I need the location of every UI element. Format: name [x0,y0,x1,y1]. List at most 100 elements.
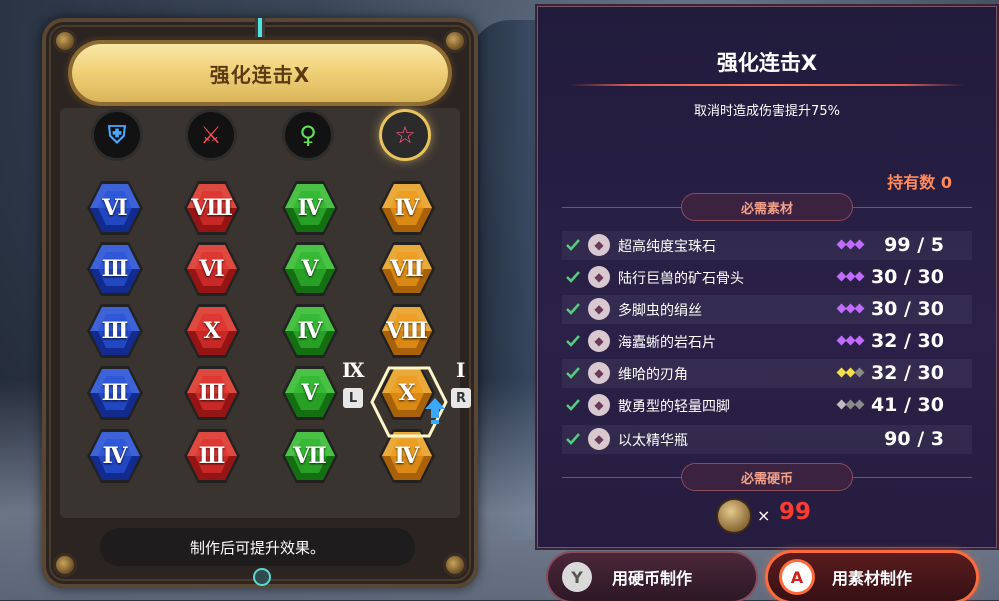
gem-level-numeral: Ⅶ [390,256,424,282]
gem-slot[interactable]: Ⅲ [183,427,241,485]
gem-level-numeral: Ⅹ [203,318,221,344]
owned-value: 0 [940,173,952,192]
gem-slot[interactable]: Ⅴ [281,240,339,298]
bone-icon: ◆ [588,266,610,288]
star-icon: ☆ [394,121,416,149]
craft-with-coins-label: 用硬币制作 [612,569,693,588]
gem-level-numeral: Ⅴ [301,380,319,406]
gem-slot[interactable]: Ⅶ [281,427,339,485]
material-name: 多脚虫的绢丝 [618,303,702,319]
corner-bolt [446,556,464,574]
gem-title-banner: 强化连击X [72,44,448,102]
gem-slot[interactable]: Ⅵ [86,179,144,237]
craft-with-materials-button[interactable]: A 用素材制作 [768,553,976,601]
title-divider [570,84,964,86]
gem-level-numeral: Ⅲ [198,380,226,406]
sword-icon: ⚔ [200,121,222,149]
gem-slot[interactable]: Ⅲ [183,364,241,422]
material-count: 41 / 30 [870,394,944,416]
material-row: ◆ 维哈的刃角 32 / 30 [562,359,972,388]
material-count: 99 / 5 [884,234,944,256]
rarity-indicator [836,399,865,410]
check-icon [566,399,580,411]
gem-level-numeral: Ⅷ [386,318,428,344]
owned-label: 持有数 [887,173,936,192]
materials-header: 必需素材 [682,194,852,220]
category-star-tab[interactable]: ☆ [382,112,428,158]
material-name: 散勇型的轻量四脚 [618,399,730,415]
owned-count: 持有数 0 [887,169,952,193]
gem-slot[interactable]: Ⅲ [86,364,144,422]
material-row: ◆ 海蠹蜥的岩石片 32 / 30 [562,327,972,356]
check-icon [566,433,580,445]
gem-level-numeral: Ⅲ [101,318,129,344]
previous-level-numeral: Ⅸ [342,358,365,382]
gem-slot[interactable]: Ⅶ [378,240,436,298]
coin-cost: 99 [779,499,812,525]
category-sword-tab[interactable]: ⚔ [188,112,234,158]
gem-level-numeral: Ⅵ [102,195,128,221]
a-button-icon: A [782,562,812,592]
rarity-indicator [836,239,865,250]
potion-icon: ◆ [588,428,610,450]
material-row: ◆ 超高纯度宝珠石 99 / 5 [562,231,972,260]
panel-top-connector [255,18,265,42]
gem-title: 强化连击X [209,62,311,87]
panel-bottom-connector [255,570,269,584]
gem-slot[interactable]: Ⅴ [281,364,339,422]
material-row: ◆ 陆行巨兽的矿石骨头 30 / 30 [562,263,972,292]
material-row: ◆ 多脚虫的绢丝 30 / 30 [562,295,972,324]
gem-slot[interactable]: Ⅷ [183,179,241,237]
gem-level-numeral: Ⅳ [297,195,323,221]
vitality-icon: ♀ [299,121,317,149]
craft-with-coins-button[interactable]: Y 用硬币制作 [548,553,756,601]
gem-slot[interactable]: Ⅳ [281,302,339,360]
gem-slot[interactable]: Ⅲ [86,240,144,298]
detail-title: 强化连击X [716,51,818,75]
rarity-indicator [836,271,865,282]
material-name: 超高纯度宝珠石 [618,239,716,255]
previous-level-button[interactable]: L [343,388,363,408]
gem-slot[interactable]: Ⅳ [86,427,144,485]
gem-level-numeral: Ⅲ [198,443,226,469]
leg-part-icon: ◆ [588,394,610,416]
check-icon [566,271,580,283]
material-count: 30 / 30 [870,298,944,320]
orb-icon: ◆ [588,234,610,256]
material-count: 32 / 30 [870,362,944,384]
next-level-numeral: Ⅰ [456,358,466,382]
gem-slot[interactable]: Ⅷ [378,302,436,360]
material-count: 32 / 30 [870,330,944,352]
coin-multiplier: × [757,506,771,525]
gem-slot[interactable]: Ⅹ [183,302,241,360]
category-shield-tab[interactable]: ⛨ [94,112,140,158]
corner-bolt [446,32,464,50]
gem-level-numeral: Ⅳ [394,195,420,221]
check-icon [566,303,580,315]
material-name: 以太精华瓶 [618,433,688,449]
material-row: ◆ 散勇型的轻量四脚 41 / 30 [562,391,972,420]
gem-effect-description: 取消时造成伤害提升75% [694,104,840,119]
craft-hint: 制作后可提升效果。 [100,528,415,566]
upgrade-arrow-icon [425,398,445,424]
gem-level-numeral: Ⅳ [297,318,323,344]
gem-level-numeral: Ⅵ [199,256,225,282]
next-level-button[interactable]: R [451,388,471,408]
material-name: 海蠹蜥的岩石片 [618,335,716,351]
check-icon [566,239,580,251]
gem-slot[interactable]: Ⅳ [281,179,339,237]
check-icon [566,367,580,379]
craft-with-materials-label: 用素材制作 [832,569,913,588]
gem-slot[interactable]: Ⅵ [183,240,241,298]
gem-level-numeral: Ⅶ [293,443,327,469]
rock-shard-icon: ◆ [588,330,610,352]
gem-slot[interactable]: Ⅲ [86,302,144,360]
rarity-indicator [836,367,865,378]
material-count: 90 / 3 [884,428,944,450]
gem-level-numeral: Ⅷ [191,195,233,221]
gem-slot[interactable]: Ⅳ [378,179,436,237]
rarity-indicator [836,303,865,314]
silk-icon: ◆ [588,298,610,320]
category-vitality-tab[interactable]: ♀ [285,112,331,158]
gem-level-numeral: Ⅴ [301,256,319,282]
